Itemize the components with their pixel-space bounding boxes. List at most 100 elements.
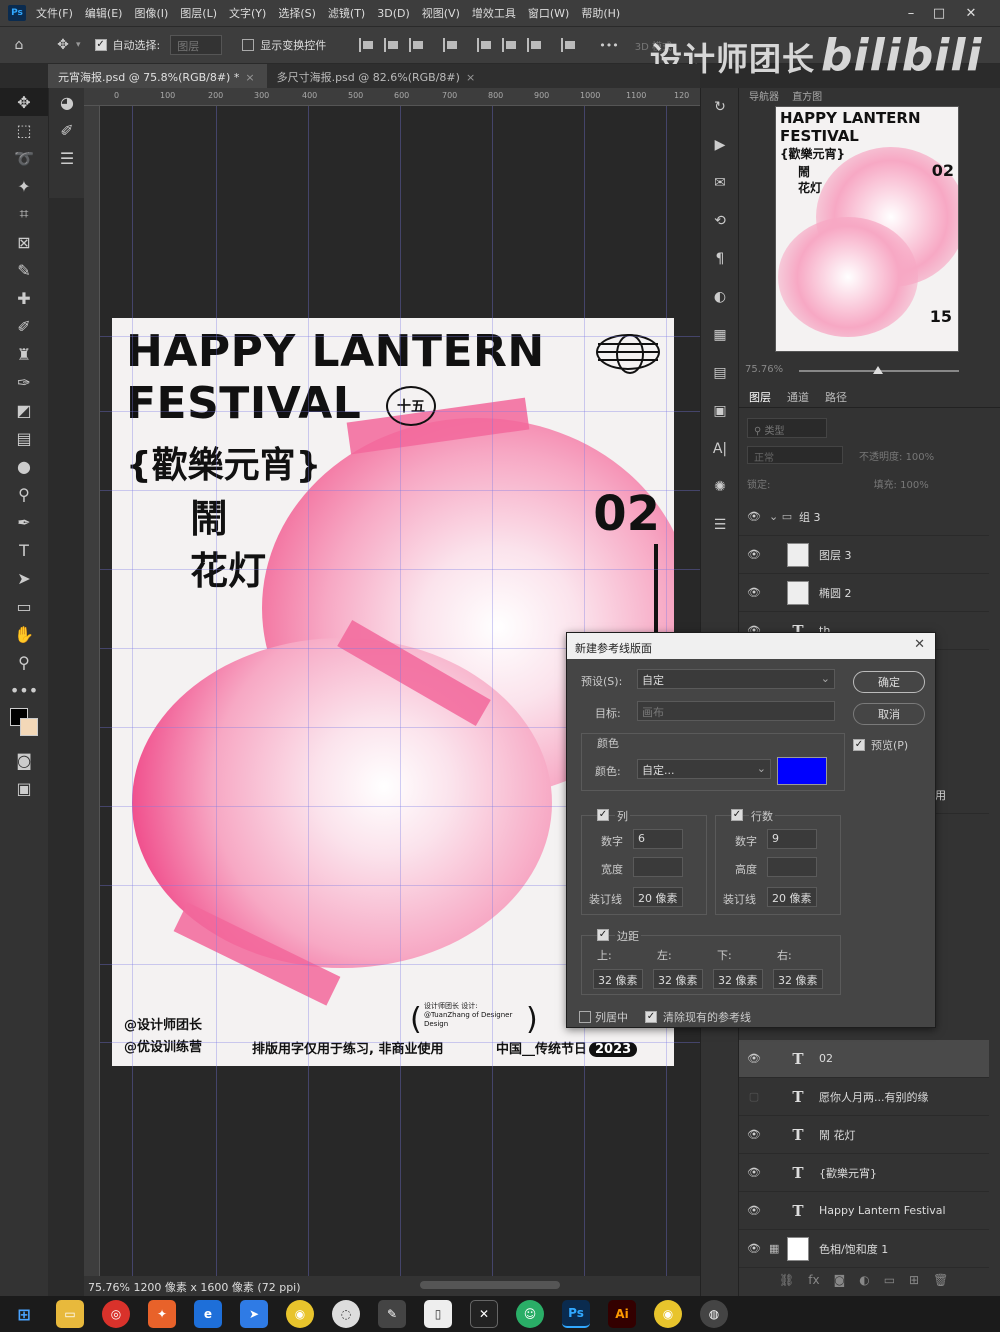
align-vcenter-icon[interactable]	[502, 38, 518, 52]
layer-row[interactable]: 👁 T Happy Lantern Festival	[739, 1192, 989, 1230]
guide-line[interactable]	[100, 1042, 700, 1043]
margin-checkbox[interactable]: ✓	[597, 929, 609, 941]
menu-3d[interactable]: 3D(D)	[377, 7, 410, 20]
hand-tool-icon[interactable]: ✋	[0, 620, 48, 648]
frame-tool-icon[interactable]: ⊠	[0, 228, 48, 256]
more-tools-icon[interactable]: •••	[0, 676, 48, 704]
guide-line[interactable]	[400, 106, 401, 1276]
capcut-icon[interactable]: ✕	[470, 1300, 498, 1328]
margin-left-input[interactable]: 32 像素	[653, 969, 703, 989]
menu-image[interactable]: 图像(I)	[134, 5, 168, 21]
row-number-input[interactable]: 9	[767, 829, 817, 849]
zoom-tool-icon[interactable]: ⚲	[0, 648, 48, 676]
marquee-tool-icon[interactable]: ⬚	[0, 116, 48, 144]
row-gutter-input[interactable]: 20 像素	[767, 887, 817, 907]
brush-tool-icon[interactable]: ✐	[0, 312, 48, 340]
margin-bottom-input[interactable]: 32 像素	[713, 969, 763, 989]
rotate-icon[interactable]: ⟲	[701, 202, 739, 240]
visibility-hidden-icon[interactable]: ▢	[739, 1090, 769, 1103]
visibility-eye-icon[interactable]: 👁	[739, 586, 769, 599]
show-transform-checkbox[interactable]	[242, 39, 255, 51]
rectangle-tool-icon[interactable]: ▭	[0, 592, 48, 620]
new-layer-icon[interactable]: ⊞	[909, 1273, 919, 1287]
eraser-tool-icon[interactable]: ◩	[0, 396, 48, 424]
tab-channels[interactable]: 通道	[787, 389, 809, 405]
lasso-tool-icon[interactable]: ➰	[0, 144, 48, 172]
guide-line[interactable]	[492, 106, 493, 1276]
layer-row[interactable]: ▢ T 愿你人月两...有别的缘	[739, 1078, 989, 1116]
swatches-icon[interactable]: ▣	[701, 392, 739, 430]
dodge-tool-icon[interactable]: ⚲	[0, 480, 48, 508]
navigator-zoom[interactable]: 75.76%	[745, 364, 783, 375]
close-icon[interactable]: ✕	[914, 637, 925, 652]
clone-stamp-tool-icon[interactable]: ♜	[0, 340, 48, 368]
quick-mask-icon[interactable]: ◙	[0, 746, 48, 774]
blur-tool-icon[interactable]: ●	[0, 452, 48, 480]
edge-browser-icon[interactable]: e	[194, 1300, 222, 1328]
blend-mode-select[interactable]: 正常	[747, 446, 843, 464]
close-tab-icon[interactable]: ×	[245, 71, 254, 84]
align-right-icon[interactable]	[409, 38, 425, 52]
netease-music-icon[interactable]: ◎	[102, 1300, 130, 1328]
layer-row[interactable]: 👁 T 鬧 花灯	[739, 1116, 989, 1154]
glyphs-icon[interactable]: A|	[701, 430, 739, 468]
light-icon[interactable]: ✺	[701, 468, 739, 506]
brush-settings-icon[interactable]: ✐	[49, 116, 85, 144]
zoom-slider[interactable]	[799, 366, 959, 374]
margin-right-input[interactable]: 32 像素	[773, 969, 823, 989]
layer-row[interactable]: 👁 T {歡樂元宵}	[739, 1154, 989, 1192]
align-top-icon[interactable]	[477, 38, 493, 52]
fill-value[interactable]: 100%	[900, 480, 929, 491]
preset-select[interactable]: 自定 ⌄	[637, 669, 835, 689]
link-icon[interactable]: ⛓	[779, 1273, 794, 1287]
guide-line[interactable]	[216, 106, 217, 1276]
layer-row[interactable]: 👁 ▦ 色相/饱和度 1	[739, 1230, 989, 1268]
col-width-input[interactable]	[633, 857, 683, 877]
magic-wand-tool-icon[interactable]: ✦	[0, 172, 48, 200]
color-select[interactable]: 自定... ⌄	[637, 759, 771, 779]
tab-histogram[interactable]: 直方图	[792, 92, 822, 103]
guide-color-swatch[interactable]	[777, 757, 827, 785]
play-icon[interactable]: ▶	[701, 126, 739, 164]
margin-top-input[interactable]: 32 像素	[593, 969, 643, 989]
auto-select-target-select[interactable]: 图层	[170, 35, 223, 55]
layer-row[interactable]: 👁 图层 3	[739, 536, 989, 574]
app-circle-icon[interactable]: ◌	[332, 1300, 360, 1328]
history-brush-tool-icon[interactable]: ✑	[0, 368, 48, 396]
chevron-down-icon[interactable]: ▾	[76, 40, 81, 50]
minimize-icon[interactable]: –	[896, 0, 926, 26]
doc-tab[interactable]: 多尺寸海报.psd @ 82.6%(RGB/8#) ×	[267, 64, 488, 88]
guide-line[interactable]	[132, 106, 133, 1276]
tab-layers[interactable]: 图层	[749, 389, 771, 405]
pen-tool-icon[interactable]: ✒	[0, 508, 48, 536]
visibility-eye-icon[interactable]: 👁	[739, 548, 769, 561]
visibility-eye-icon[interactable]: 👁	[739, 1204, 769, 1217]
document-app-icon[interactable]: ▯	[424, 1300, 452, 1328]
history-icon[interactable]: ↻	[701, 88, 739, 126]
center-columns-checkbox[interactable]	[579, 1011, 591, 1023]
opacity-value[interactable]: 100%	[906, 452, 935, 463]
fx-icon[interactable]: fx	[808, 1273, 819, 1287]
visibility-eye-icon[interactable]: 👁	[739, 1242, 769, 1255]
guide-line[interactable]	[100, 411, 700, 412]
background-color-icon[interactable]	[20, 718, 38, 736]
chrome-icon[interactable]: ◉	[286, 1300, 314, 1328]
app-icon-2[interactable]: ◍	[700, 1300, 728, 1328]
visibility-eye-icon[interactable]: 👁	[739, 510, 769, 523]
ruler-horizontal[interactable]: 0 100 200 300 400 500 600 700 800 900 10…	[84, 88, 700, 106]
path-selection-tool-icon[interactable]: ➤	[0, 564, 48, 592]
table-icon[interactable]: ▤	[701, 354, 739, 392]
col-gutter-input[interactable]: 20 像素	[633, 887, 683, 907]
color-wheel-icon[interactable]: ◐	[701, 278, 739, 316]
ruler-vertical[interactable]	[84, 106, 100, 1276]
palette-icon[interactable]: ◕	[49, 88, 85, 116]
align-hcenter-icon[interactable]	[384, 38, 400, 52]
guide-line[interactable]	[100, 490, 700, 491]
cancel-button[interactable]: 取消	[853, 703, 925, 725]
file-explorer-icon[interactable]: ▭	[56, 1300, 84, 1328]
pen-app-icon[interactable]: ✎	[378, 1300, 406, 1328]
menu-type[interactable]: 文字(Y)	[229, 5, 266, 21]
menu-edit[interactable]: 编辑(E)	[85, 5, 123, 21]
target-select[interactable]: 画布	[637, 701, 835, 721]
tab-paths[interactable]: 路径	[825, 389, 847, 405]
